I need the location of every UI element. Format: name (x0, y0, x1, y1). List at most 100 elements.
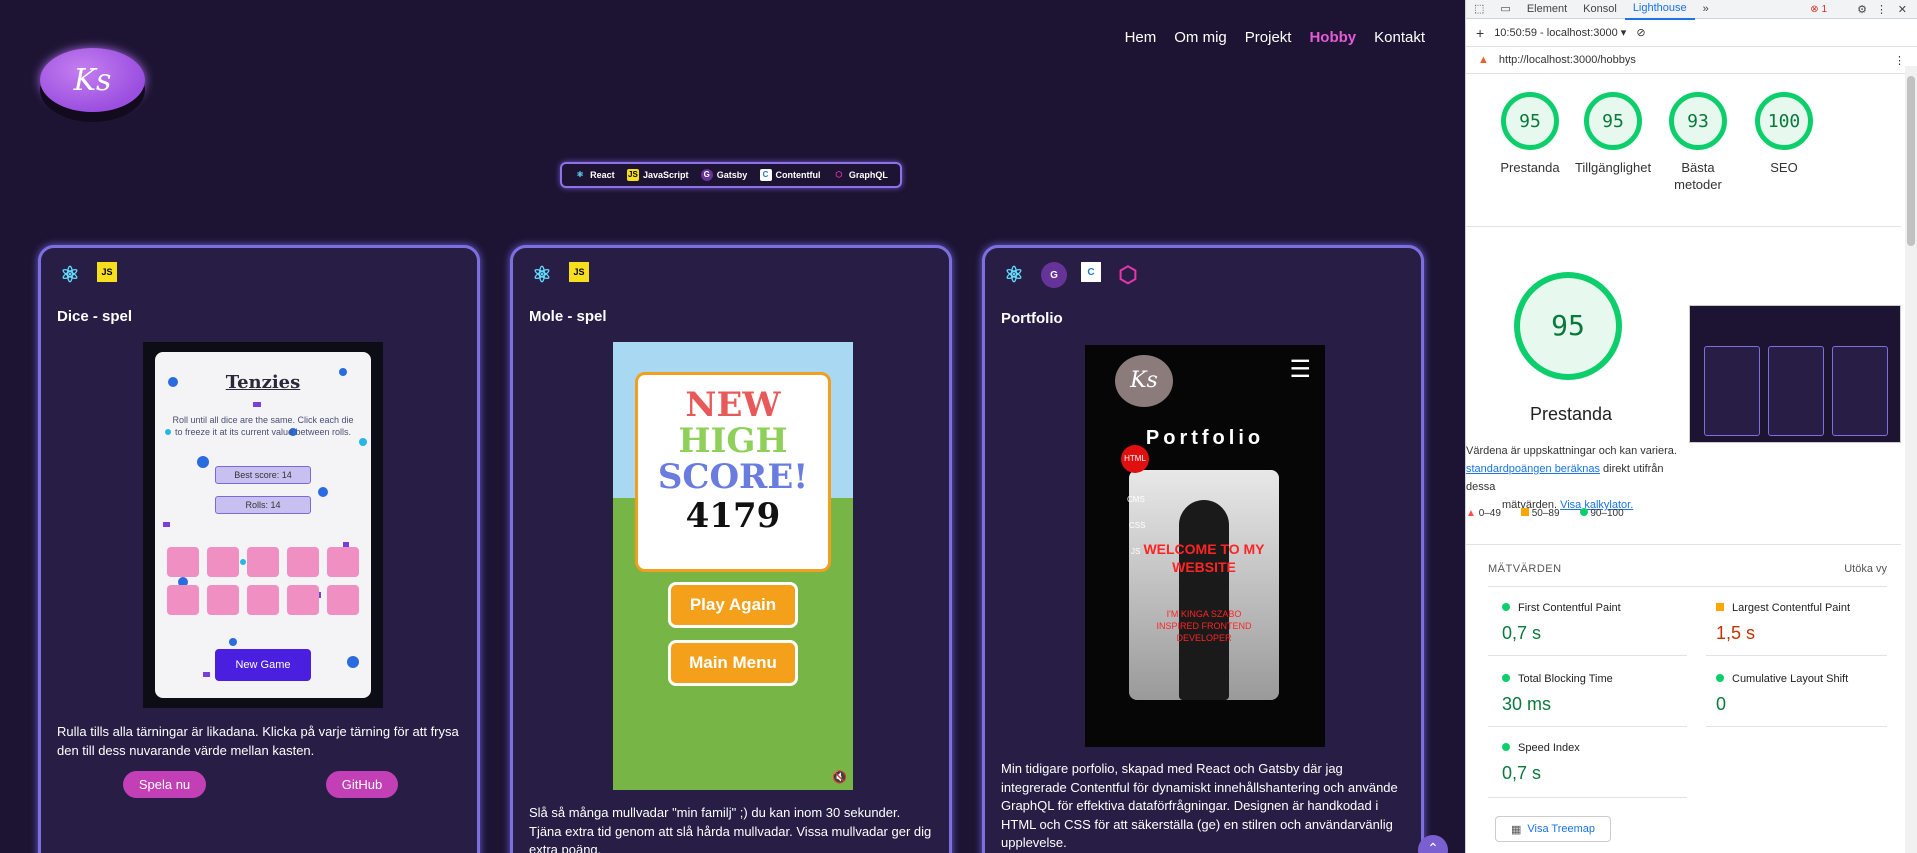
best-score-label: Best score: 14 (215, 466, 311, 484)
nav-item-om-mig[interactable]: Om mig (1174, 29, 1227, 46)
site-logo[interactable]: Ks (40, 48, 145, 112)
github-button[interactable]: GitHub (326, 771, 398, 798)
portfolio-screenshot[interactable]: Ks ☰ Portfolio WELCOME TO MY WEBSITE I'M… (1085, 345, 1325, 747)
hamburger-menu-icon[interactable]: ☰ (1289, 355, 1311, 384)
card-tech-icons: ⚛ G C ⬡ (1001, 262, 1141, 288)
card-tech-icons: ⚛ JS (57, 262, 117, 288)
die[interactable] (167, 547, 199, 577)
nav-item-hem[interactable]: Hem (1125, 29, 1157, 46)
estimates-note: Värdena är uppskattningar och kan varier… (1466, 445, 1677, 511)
die[interactable] (327, 585, 359, 615)
url-menu-icon[interactable]: ⋮ (1894, 54, 1905, 67)
logo-text: Ks (73, 62, 112, 98)
card-description: Slå så många mullvadar "min familj" ;) d… (529, 805, 932, 853)
die[interactable] (327, 547, 359, 577)
card-description: Min tidigare porfolio, skapad med React … (1001, 761, 1398, 850)
legend-pass: 90–100 (1579, 508, 1624, 519)
contentful-icon: C (759, 169, 772, 181)
gauge-seo[interactable]: 100 SEO (1744, 92, 1824, 176)
tech-contentful: C Contentful (759, 169, 821, 181)
contentful-icon: C (1081, 262, 1101, 282)
graphql-icon: ⬡ (835, 170, 843, 179)
play-now-button[interactable]: Spela nu (123, 771, 206, 798)
die[interactable] (167, 585, 199, 615)
dice-game-screenshot[interactable]: Tenzies Roll until all dice are the same… (143, 342, 383, 708)
tab-element[interactable]: Element (1519, 0, 1575, 19)
lighthouse-icon: ▲ (1478, 54, 1489, 66)
more-tabs-icon[interactable]: » (1695, 0, 1717, 19)
gatsby-icon: G (700, 169, 713, 181)
inspect-icon[interactable]: ⬚ (1466, 0, 1492, 19)
tech-graphql: ⬡ GraphQL (833, 169, 888, 181)
welcome-subtext: I'M KINGA SZABO INSPIRED FRONTEND DEVELO… (1156, 609, 1252, 643)
settings-gear-icon[interactable]: ⚙ (1857, 3, 1867, 16)
react-icon: ⚛ (1004, 262, 1024, 287)
mute-icon[interactable]: 🔇 (832, 770, 847, 784)
report-selector[interactable]: 10:50:59 - localhost:3000 ▾ (1494, 26, 1626, 39)
tab-lighthouse[interactable]: Lighthouse (1624, 0, 1695, 20)
device-toggle-icon[interactable]: ▭ (1492, 0, 1518, 19)
welcome-text: WELCOME TO MY WEBSITE (1143, 541, 1265, 575)
website-viewport: Ks Hem Om mig Projekt Hobby Kontakt ⚛ Rea… (0, 0, 1465, 853)
react-icon: ⚛ (576, 170, 584, 179)
metric-lcp: Largest Contentful Paint 1,5 s (1716, 602, 1851, 643)
die[interactable] (247, 547, 279, 577)
legend-fail: ▲ 0–49 (1466, 508, 1501, 519)
nav-item-projekt[interactable]: Projekt (1245, 29, 1292, 46)
game-title: Tenzies (225, 372, 301, 393)
main-menu-button[interactable]: Main Menu (668, 640, 798, 686)
die[interactable] (207, 547, 239, 577)
score-legend: ▲ 0–49 50–89 90–100 (1466, 508, 1624, 519)
react-icon: ⚛ (532, 262, 552, 287)
portrait-silhouette (1179, 500, 1229, 700)
gatsby-icon: G (1041, 262, 1067, 288)
skill-cms: CMS (1127, 495, 1145, 504)
high-score-panel: NEW HIGH SCORE! 4179 (635, 372, 831, 572)
add-icon[interactable]: + (1476, 25, 1484, 41)
metric-cls: Cumulative Layout Shift 0 (1716, 673, 1849, 714)
gauge-tillganglighet[interactable]: 95 Tillgänglighet (1570, 92, 1656, 176)
view-treemap-button[interactable]: ▦ Visa Treemap (1495, 816, 1611, 842)
big-score-gauge: 95 (1514, 272, 1622, 380)
die[interactable] (287, 547, 319, 577)
mole-game-screenshot[interactable]: NEW HIGH SCORE! 4179 Play Again Main Men… (613, 342, 853, 790)
clear-icon[interactable]: ⊘ (1636, 26, 1645, 39)
gauge-prestanda[interactable]: 95 Prestanda (1490, 92, 1570, 176)
scroll-to-top-button[interactable]: ⌃ (1418, 835, 1448, 853)
portfolio-logo: Ks (1115, 355, 1173, 407)
expand-view-toggle[interactable]: Utöka vy (1844, 563, 1887, 575)
page-thumbnail[interactable] (1689, 305, 1901, 443)
error-badge[interactable]: ⊗ 1 (1810, 4, 1827, 15)
chevron-up-icon: ⌃ (1427, 840, 1439, 853)
javascript-icon: JS (569, 262, 589, 282)
card-title: Dice - spel (57, 308, 133, 325)
tech-gatsby: G Gatsby (700, 169, 747, 181)
die[interactable] (287, 585, 319, 615)
lighthouse-toolbar: + 10:50:59 - localhost:3000 ▾ ⊘ (1466, 19, 1917, 47)
portrait-photo: WELCOME TO MY WEBSITE I'M KINGA SZABO IN… (1129, 470, 1279, 700)
new-text: NEW (685, 385, 781, 425)
die[interactable] (247, 585, 279, 615)
score-value: 4179 (685, 496, 781, 536)
project-card-portfolio: ⚛ G C ⬡ Portfolio Ks ☰ Portfolio WELCOME… (982, 245, 1424, 853)
nav-item-hobby[interactable]: Hobby (1309, 29, 1356, 46)
portfolio-heading: Portfolio (1145, 427, 1265, 449)
gauge-basta-metoder[interactable]: 93 Bästa metoder (1658, 92, 1738, 193)
project-card-mole: ⚛ JS Mole - spel NEW HIGH SCORE! 4179 Pl… (510, 245, 952, 853)
metrics-title: MÄTVÄRDEN (1488, 563, 1562, 575)
play-again-button[interactable]: Play Again (668, 582, 798, 628)
metric-tbt: Total Blocking Time 30 ms (1502, 673, 1613, 714)
tab-konsol[interactable]: Konsol (1575, 0, 1625, 19)
game-instructions: Roll until all dice are the same. Click … (172, 415, 354, 437)
devtools-scrollbar[interactable] (1905, 66, 1917, 853)
devtools-panel: ⬚ ▭ Element Konsol Lighthouse » ⊗ 1 ⚙ ⋮ … (1465, 0, 1917, 853)
url-bar: ▲ http://localhost:3000/hobbys ⋮ (1466, 47, 1917, 74)
die[interactable] (207, 585, 239, 615)
nav-item-kontakt[interactable]: Kontakt (1374, 29, 1425, 46)
new-game-button[interactable]: New Game (215, 649, 311, 681)
score-calc-link[interactable]: standardpoängen beräknas (1466, 463, 1600, 475)
more-menu-icon[interactable]: ⋮ (1876, 3, 1887, 16)
close-icon[interactable]: ✕ (1898, 3, 1907, 16)
legend-average: 50–89 (1520, 508, 1560, 519)
high-text: HIGH (678, 421, 788, 461)
